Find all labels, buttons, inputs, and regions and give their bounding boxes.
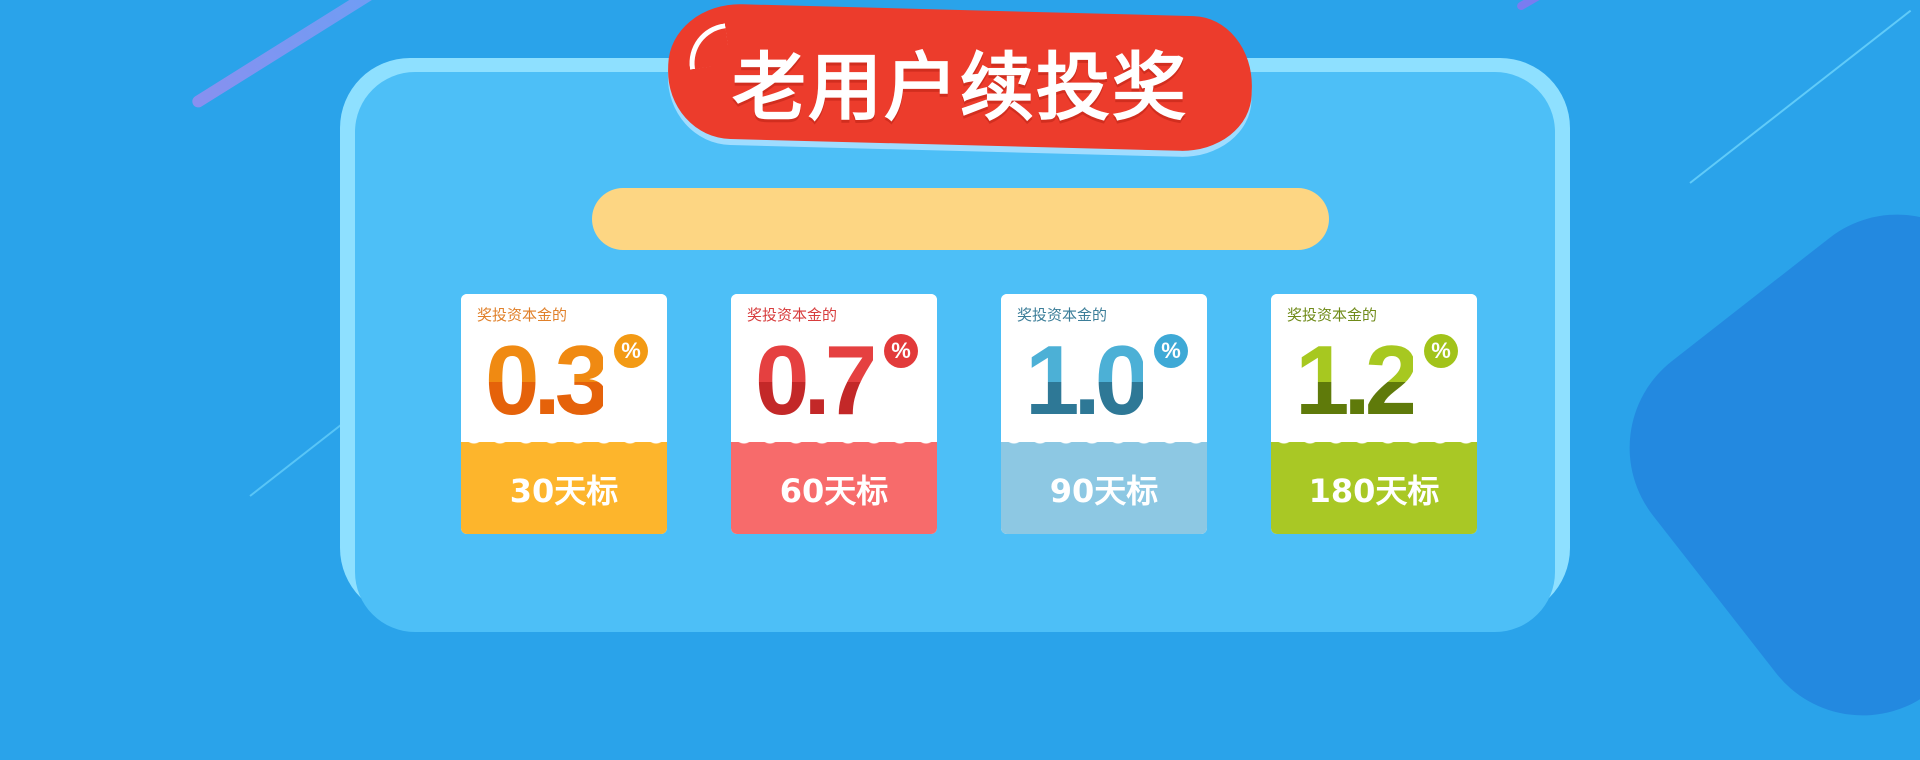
percent-badge: % (1424, 334, 1458, 368)
card-term: 30天标 (509, 472, 619, 510)
card-rate: 0.7 (755, 325, 879, 435)
card-top: 奖投资本金的 0.7 % (731, 294, 937, 442)
percent-badge: % (1154, 334, 1188, 368)
card-top: 奖投资本金的 1.0 % (1001, 294, 1207, 442)
decorative-line (1689, 9, 1912, 184)
card-rate: 0.3 (485, 325, 609, 435)
card-top: 奖投资本金的 0.3 % (461, 294, 667, 442)
card-wave-edge (461, 434, 667, 450)
card-caption: 奖投资本金的 (1287, 306, 1378, 324)
info-strip (592, 188, 1329, 250)
reward-card-30-day[interactable]: 奖投资本金的 0.3 % 30天标 (461, 294, 667, 534)
card-caption: 奖投资本金的 (1017, 306, 1108, 324)
card-wave-edge (731, 434, 937, 450)
card-wave-edge (1001, 434, 1207, 450)
card-top: 奖投资本金的 1.2 % (1271, 294, 1477, 442)
card-wave-edge (1271, 434, 1477, 450)
page-title: 老用户续投奖 (732, 44, 1188, 131)
card-caption: 奖投资本金的 (477, 306, 568, 324)
reward-card-90-day[interactable]: 奖投资本金的 1.0 % 90天标 (1001, 294, 1207, 534)
card-footer: 180天标 (1271, 434, 1477, 534)
percent-badge: % (614, 334, 648, 368)
card-rate: 1.2 (1295, 325, 1419, 435)
reward-card-180-day[interactable]: 奖投资本金的 1.2 % 180天标 (1271, 294, 1477, 534)
card-footer: 30天标 (461, 434, 667, 534)
background-shape-right (1585, 170, 1920, 760)
card-caption: 奖投资本金的 (747, 306, 838, 324)
card-term: 60天标 (779, 472, 889, 510)
reward-card-60-day[interactable]: 奖投资本金的 0.7 % 60天标 (731, 294, 937, 534)
card-footer: 90天标 (1001, 434, 1207, 534)
card-footer: 60天标 (731, 434, 937, 534)
card-term: 180天标 (1308, 472, 1440, 510)
decorative-stripe-top (1515, 0, 1555, 12)
percent-badge: % (884, 334, 918, 368)
card-rate: 1.0 (1025, 325, 1149, 435)
card-term: 90天标 (1049, 472, 1159, 510)
